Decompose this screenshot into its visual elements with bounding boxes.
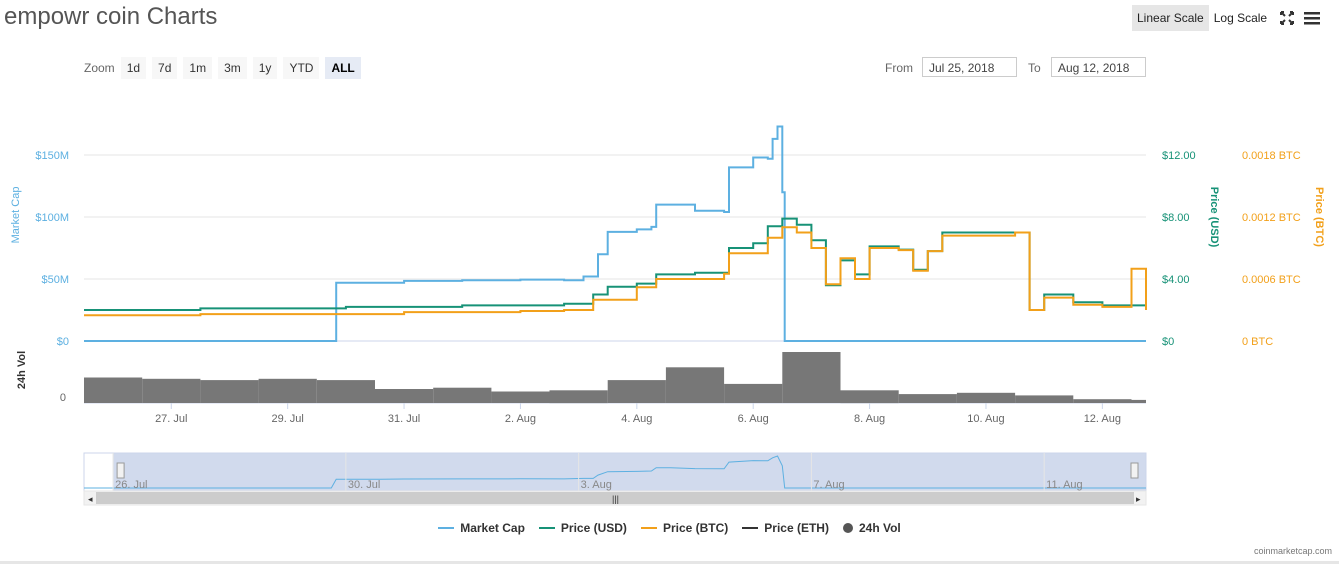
axis-title-price-btc: Price (BTC) (1313, 187, 1325, 247)
x-tick-label: 27. Jul (155, 413, 187, 425)
y-tick-label: 0 (60, 392, 66, 404)
axis-title-market-cap: Market Cap (10, 187, 22, 244)
legend-swatch-market-cap (438, 527, 455, 529)
chart-legend: Market Cap Price (USD) Price (BTC) Price… (0, 521, 1339, 535)
x-tick-label: 6. Aug (738, 413, 769, 425)
axis-title-price-usd: Price (USD) (1208, 187, 1220, 248)
legend-item-24h-vol[interactable]: 24h Vol (842, 521, 901, 535)
navigator-handle-left[interactable] (116, 462, 125, 479)
volume-bar (665, 367, 725, 403)
volume-bar (200, 380, 259, 403)
volume-bar (1131, 399, 1146, 403)
y-tick-label: 0.0006 BTC (1242, 274, 1301, 286)
legend-label: Price (USD) (560, 521, 627, 535)
y-tick-label: 0 BTC (1242, 336, 1273, 348)
volume-bar (1015, 395, 1074, 403)
legend-swatch-24h-vol (842, 523, 853, 533)
legend-swatch-price-eth (742, 527, 759, 529)
legend-swatch-price-btc (640, 527, 657, 529)
legend-item-price-usd[interactable]: Price (USD) (538, 521, 627, 535)
navigator-label: 26. Jul (115, 479, 147, 491)
legend-label: Market Cap (460, 521, 525, 535)
x-tick-label: 4. Aug (621, 413, 652, 425)
x-tick-label: 29. Jul (271, 413, 303, 425)
series-line-price-btc (84, 226, 1147, 317)
y-tick-label: $100M (35, 212, 69, 224)
y-tick-label: $8.00 (1162, 212, 1190, 224)
volume-bar (782, 352, 841, 403)
x-tick-label: 8. Aug (854, 413, 885, 425)
scroll-left-arrow-icon: ◂ (88, 494, 93, 504)
volume-bar (1073, 399, 1132, 403)
volume-bar (491, 391, 550, 403)
navigator-label: 7. Aug (813, 479, 844, 491)
y-tick-label: $150M (35, 150, 69, 162)
scroll-right-arrow-icon: ▸ (1136, 494, 1141, 504)
volume-bar (142, 378, 201, 403)
volume-bar (316, 380, 375, 403)
volume-bar (375, 389, 434, 403)
scrollbar-grip-icon: ||| (612, 494, 619, 504)
navigator-selection (113, 453, 1146, 491)
y-tick-label: $0 (1162, 336, 1174, 348)
navigator-label: 30. Jul (348, 479, 380, 491)
volume-bar (433, 387, 492, 403)
x-tick-label: 12. Aug (1084, 413, 1121, 425)
price-chart: $0 $50M $100M $150M Market Cap $0 $4.00 $8.00 $1… (10, 125, 1325, 506)
legend-label: Price (ETH) (764, 521, 829, 535)
y-tick-label: $50M (41, 274, 69, 286)
credit-link[interactable]: coinmarketcap.com (1254, 546, 1332, 556)
y-tick-label: 0.0018 BTC (1242, 150, 1301, 162)
volume-bar (724, 383, 783, 403)
navigator-label: 3. Aug (581, 479, 612, 491)
y-tick-label: $4.00 (1162, 274, 1190, 286)
x-tick-label: 10. Aug (967, 413, 1004, 425)
legend-swatch-price-usd (538, 527, 555, 529)
x-tick-label: 2. Aug (505, 413, 536, 425)
y-tick-label: $12.00 (1162, 150, 1196, 162)
axis-title-volume: 24h Vol (16, 351, 28, 389)
volume-bar (84, 377, 143, 403)
volume-bar (956, 392, 1016, 403)
navigator-handle-right[interactable] (1130, 462, 1139, 479)
legend-label: Price (BTC) (662, 521, 729, 535)
volume-bar (258, 378, 317, 403)
y-tick-label: $0 (57, 336, 69, 348)
volume-bar (840, 390, 899, 404)
volume-bar (898, 394, 957, 403)
y-tick-label: 0.0012 BTC (1242, 212, 1301, 224)
legend-label: 24h Vol (858, 521, 901, 535)
x-tick-label: 31. Jul (388, 413, 420, 425)
legend-item-price-eth[interactable]: Price (ETH) (742, 521, 829, 535)
volume-bar (549, 390, 608, 404)
volume-bar (607, 380, 666, 403)
legend-item-price-btc[interactable]: Price (BTC) (640, 521, 729, 535)
legend-item-market-cap[interactable]: Market Cap (438, 521, 525, 535)
navigator-label: 11. Aug (1046, 479, 1083, 491)
